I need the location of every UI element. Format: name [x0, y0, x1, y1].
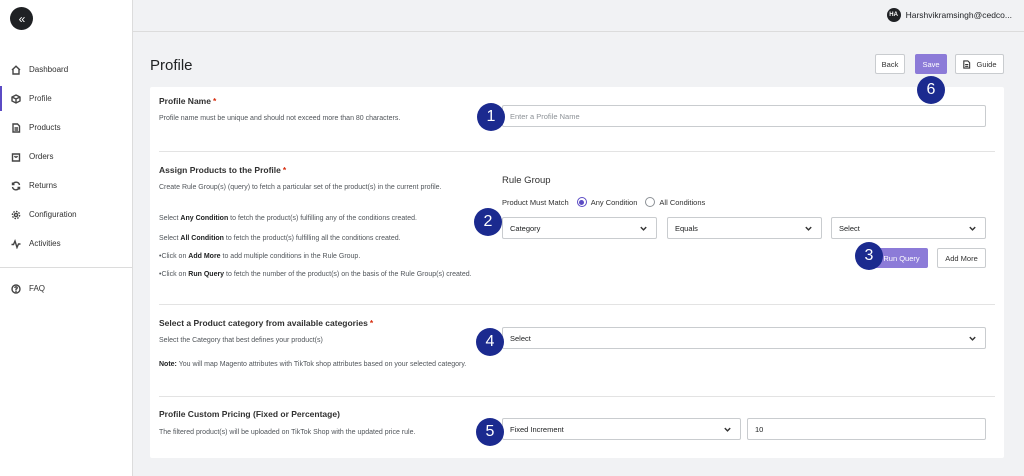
step-badge-5: 5 [476, 418, 504, 446]
sidebar-item-label: Configuration [29, 210, 77, 219]
sidebar-item-profile[interactable]: Profile [0, 84, 132, 113]
sidebar-item-label: Activities [29, 239, 61, 248]
top-bar: HA Harshvikramsingh@cedco... [133, 0, 1024, 32]
sidebar-item-label: Dashboard [29, 65, 69, 74]
chevron-down-icon [804, 224, 813, 233]
question-icon [11, 283, 21, 294]
user-name: Harshvikramsingh@cedco... [905, 10, 1012, 20]
document-icon [11, 122, 21, 133]
document-icon [962, 59, 971, 69]
back-button[interactable]: Back [875, 54, 905, 74]
assign-products-title: Assign Products to the Profile * [159, 165, 287, 175]
required-marker: * [282, 165, 287, 175]
required-marker: * [212, 96, 217, 106]
double-chevron-left-icon: « [18, 11, 26, 26]
sidebar: « Dashboard Profile Products Orders Retu… [0, 0, 133, 476]
must-match-label: Product Must Match [502, 197, 569, 207]
home-icon [11, 64, 21, 75]
sidebar-item-label: Products [29, 123, 61, 132]
cube-icon [11, 93, 21, 104]
chevron-down-icon [968, 334, 977, 343]
step-badge-3: 3 [855, 242, 883, 270]
pricing-title: Profile Custom Pricing (Fixed or Percent… [159, 409, 340, 419]
user-menu[interactable]: HA Harshvikramsingh@cedco... [886, 8, 1012, 22]
category-note: Note: You will map Magento attributes wi… [159, 361, 467, 368]
pricing-type-select[interactable]: Fixed Increment [502, 418, 741, 440]
sidebar-item-label: Profile [29, 94, 52, 103]
profile-form-card: Profile Name * Profile name must be uniqu… [150, 87, 1004, 458]
step-badge-6: 6 [917, 76, 945, 104]
rule-operator-select[interactable]: Equals [667, 217, 822, 239]
guide-label: Guide [976, 59, 997, 69]
sidebar-item-label: Orders [29, 152, 54, 161]
product-category-select[interactable]: Select [502, 327, 986, 349]
sidebar-nav: Dashboard Profile Products Orders Return… [0, 55, 132, 258]
sidebar-item-faq[interactable]: FAQ [0, 274, 132, 303]
any-condition-radio[interactable] [576, 197, 587, 207]
step-badge-4: 4 [476, 328, 504, 356]
assign-description-1: Create Rule Group(s) (query) to fetch a … [159, 184, 442, 191]
section-divider [159, 304, 995, 305]
run-query-button[interactable]: Run Query [875, 248, 928, 268]
chevron-down-icon [968, 224, 977, 233]
assign-description-5: •Click on Run Query to fetch the number … [159, 271, 472, 278]
sidebar-faq-group: FAQ [0, 274, 132, 303]
pricing-amount-input[interactable]: 10 [747, 418, 986, 440]
bag-icon [11, 152, 21, 162]
save-button[interactable]: Save [915, 54, 947, 74]
rule-group-title: Rule Group [502, 175, 551, 186]
category-description: Select the Category that best defines yo… [159, 337, 323, 344]
section-divider [159, 396, 995, 397]
gear-icon [11, 210, 21, 220]
page-title: Profile [150, 57, 193, 74]
refresh-icon [11, 181, 21, 191]
sidebar-item-orders[interactable]: Orders [0, 142, 132, 171]
sidebar-divider [0, 267, 132, 268]
sidebar-item-label: Returns [29, 181, 58, 190]
sidebar-item-returns[interactable]: Returns [0, 171, 132, 200]
any-condition-label[interactable]: Any Condition [591, 198, 638, 207]
step-badge-2: 2 [474, 208, 502, 236]
sidebar-item-configuration[interactable]: Configuration [0, 200, 132, 229]
profile-name-description: Profile name must be unique and should n… [159, 115, 401, 122]
rule-attribute-select[interactable]: Category [502, 217, 657, 239]
step-badge-1: 1 [477, 103, 505, 131]
category-title: Select a Product category from available… [159, 318, 374, 328]
sidebar-item-activities[interactable]: Activities [0, 229, 132, 258]
profile-name-input[interactable]: Enter a Profile Name [502, 105, 986, 127]
pricing-description: The filtered product(s) will be uploaded… [159, 429, 416, 436]
chevron-down-icon [723, 425, 732, 434]
avatar: HA [886, 8, 901, 22]
sidebar-item-label: FAQ [29, 284, 46, 293]
sidebar-item-products[interactable]: Products [0, 113, 132, 142]
collapse-sidebar-button[interactable]: « [10, 7, 33, 30]
assign-description-3: Select All Condition to fetch the produc… [159, 235, 401, 242]
match-condition-row: Product Must Match Any Condition All Con… [502, 197, 705, 207]
assign-description-4: •Click on Add More to add multiple condi… [159, 253, 361, 260]
sidebar-item-dashboard[interactable]: Dashboard [0, 55, 132, 84]
pulse-icon [11, 238, 21, 249]
rule-value-select[interactable]: Select [831, 217, 986, 239]
all-conditions-radio[interactable] [645, 197, 656, 207]
chevron-down-icon [639, 224, 648, 233]
assign-description-2: Select Any Condition to fetch the produc… [159, 215, 417, 222]
profile-name-title: Profile Name * [159, 96, 217, 106]
all-conditions-label[interactable]: All Conditions [659, 198, 705, 207]
guide-button[interactable]: Guide [955, 54, 1004, 74]
add-more-button[interactable]: Add More [937, 248, 986, 268]
required-marker: * [369, 318, 374, 328]
section-divider [159, 151, 995, 152]
